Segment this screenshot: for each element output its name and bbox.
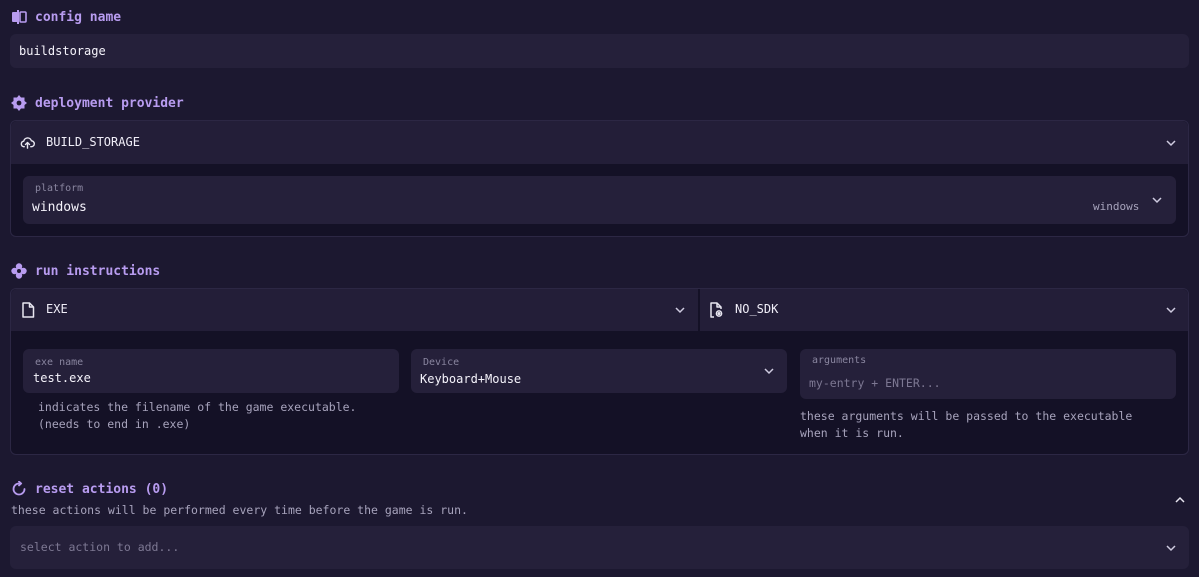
- exe-name-label: exe name: [35, 357, 84, 368]
- chevron-up-icon[interactable]: [1174, 494, 1186, 506]
- reset-actions-title: reset actions (0): [35, 481, 169, 497]
- chevron-down-icon: [1165, 137, 1177, 149]
- config-name-value: buildstorage: [19, 44, 106, 58]
- exe-name-hint: indicates the filename of the game execu…: [38, 399, 357, 433]
- sdk-select[interactable]: NO_SDK: [700, 289, 1188, 331]
- exe-hint-line1: indicates the filename of the game execu…: [38, 400, 357, 414]
- run-instructions-title: run instructions: [35, 263, 161, 279]
- flower-icon: [11, 263, 27, 279]
- exe-hint-line2: (needs to end in .exe): [38, 417, 191, 431]
- run-instructions-heading: run instructions: [11, 263, 160, 279]
- provider-select[interactable]: BUILD_STORAGE: [11, 121, 1188, 164]
- arguments-placeholder: my-entry + ENTER...: [809, 376, 941, 390]
- chevron-down-icon: [1151, 194, 1163, 206]
- arguments-hint-line2: when it is run.: [800, 426, 904, 440]
- platform-label: platform: [35, 183, 84, 194]
- provider-value: BUILD_STORAGE: [46, 135, 140, 149]
- chevron-down-icon: [1165, 542, 1177, 554]
- platform-selected: windows: [1093, 200, 1140, 213]
- cloud-upload-icon: [20, 135, 35, 150]
- config-name-heading: config name: [11, 9, 121, 25]
- config-name-input[interactable]: buildstorage: [10, 34, 1189, 68]
- exe-type-value: EXE: [46, 302, 68, 316]
- exe-type-select[interactable]: EXE: [11, 289, 698, 331]
- device-value: Keyboard+Mouse: [420, 372, 522, 386]
- arguments-label: arguments: [812, 355, 867, 366]
- deployment-provider-panel: BUILD_STORAGE platform windows windows: [10, 120, 1189, 237]
- config-name-title: config name: [35, 9, 122, 25]
- gear-badge-icon: [11, 95, 27, 111]
- file-settings-icon: [709, 302, 724, 318]
- arguments-hint: these arguments will be passed to the ex…: [800, 408, 1132, 442]
- reset-actions-description: these actions will be performed every ti…: [11, 503, 468, 517]
- select-action-placeholder: select action to add...: [20, 540, 180, 554]
- chevron-down-icon: [763, 365, 775, 377]
- deployment-provider-title: deployment provider: [35, 95, 184, 111]
- exe-name-value: test.exe: [33, 371, 91, 385]
- file-icon: [21, 302, 35, 318]
- run-instructions-panel: EXE NO_SDK exe name test.exe indicates t…: [10, 288, 1189, 455]
- platform-value: windows: [32, 200, 87, 215]
- device-select[interactable]: Device Keyboard+Mouse: [411, 349, 787, 393]
- chevron-down-icon: [1165, 304, 1177, 316]
- exe-name-input[interactable]: exe name test.exe: [23, 349, 399, 393]
- arguments-input[interactable]: arguments my-entry + ENTER...: [800, 349, 1176, 399]
- chevron-down-icon: [674, 304, 686, 316]
- platform-select[interactable]: platform windows windows: [23, 176, 1176, 224]
- arguments-hint-line1: these arguments will be passed to the ex…: [800, 409, 1133, 423]
- device-label: Device: [423, 357, 460, 368]
- config-icon: [11, 9, 27, 25]
- deployment-provider-heading: deployment provider: [11, 95, 184, 111]
- sdk-value: NO_SDK: [735, 302, 779, 316]
- refresh-icon: [11, 481, 27, 497]
- reset-actions-heading[interactable]: reset actions (0): [11, 481, 168, 497]
- select-action-dropdown[interactable]: select action to add...: [10, 526, 1189, 569]
